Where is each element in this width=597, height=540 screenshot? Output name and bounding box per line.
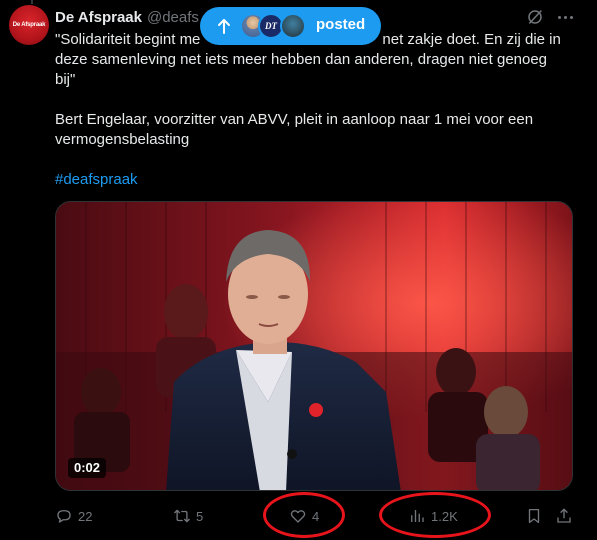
tweet-line-3: bij" [55, 71, 76, 88]
handle[interactable]: @deafs [147, 9, 199, 26]
hashtag-link[interactable]: #deafspraak [55, 171, 138, 188]
display-name[interactable]: De Afspraak [55, 9, 142, 26]
tweet-paragraph-2: Bert Engelaar, voorzitter van ABVV, plei… [55, 111, 534, 148]
posted-label: posted [316, 16, 366, 33]
tweet-header: De Afspraak @deafs [55, 7, 199, 27]
retweet-button[interactable]: 5 [173, 505, 203, 527]
grok-icon[interactable] [526, 8, 544, 26]
new-posts-pill[interactable]: DT posted [200, 7, 381, 45]
like-annotation-circle [263, 492, 345, 538]
video-frame [56, 202, 572, 490]
views-annotation-circle [379, 492, 491, 538]
tweet-line-2: deze samenleving net iets meer hebben da… [55, 51, 548, 68]
retweet-count: 5 [196, 508, 204, 524]
bookmark-button[interactable] [525, 505, 543, 527]
reply-count: 22 [78, 508, 93, 524]
reply-button[interactable]: 22 [55, 505, 92, 527]
share-button[interactable] [555, 505, 573, 527]
thread-line [31, 0, 33, 4]
avatar-logo-text: De Afspraak [12, 22, 46, 28]
retweet-icon [174, 509, 190, 523]
video-player[interactable]: 0:02 [55, 201, 573, 491]
bookmark-icon [528, 508, 540, 524]
tweet-text: "Solidariteit begint me net zakje doet. E… [55, 30, 580, 190]
reply-icon [57, 510, 71, 523]
share-icon [557, 508, 571, 523]
more-icon[interactable] [554, 9, 576, 25]
video-duration: 0:02 [68, 458, 107, 478]
arrow-up-icon [218, 19, 230, 34]
tweet-page: De Afspraak De Afspraak @deafs "Solidari… [0, 0, 597, 540]
avatar[interactable]: De Afspraak [9, 5, 49, 45]
pill-avatar-3 [280, 13, 306, 39]
